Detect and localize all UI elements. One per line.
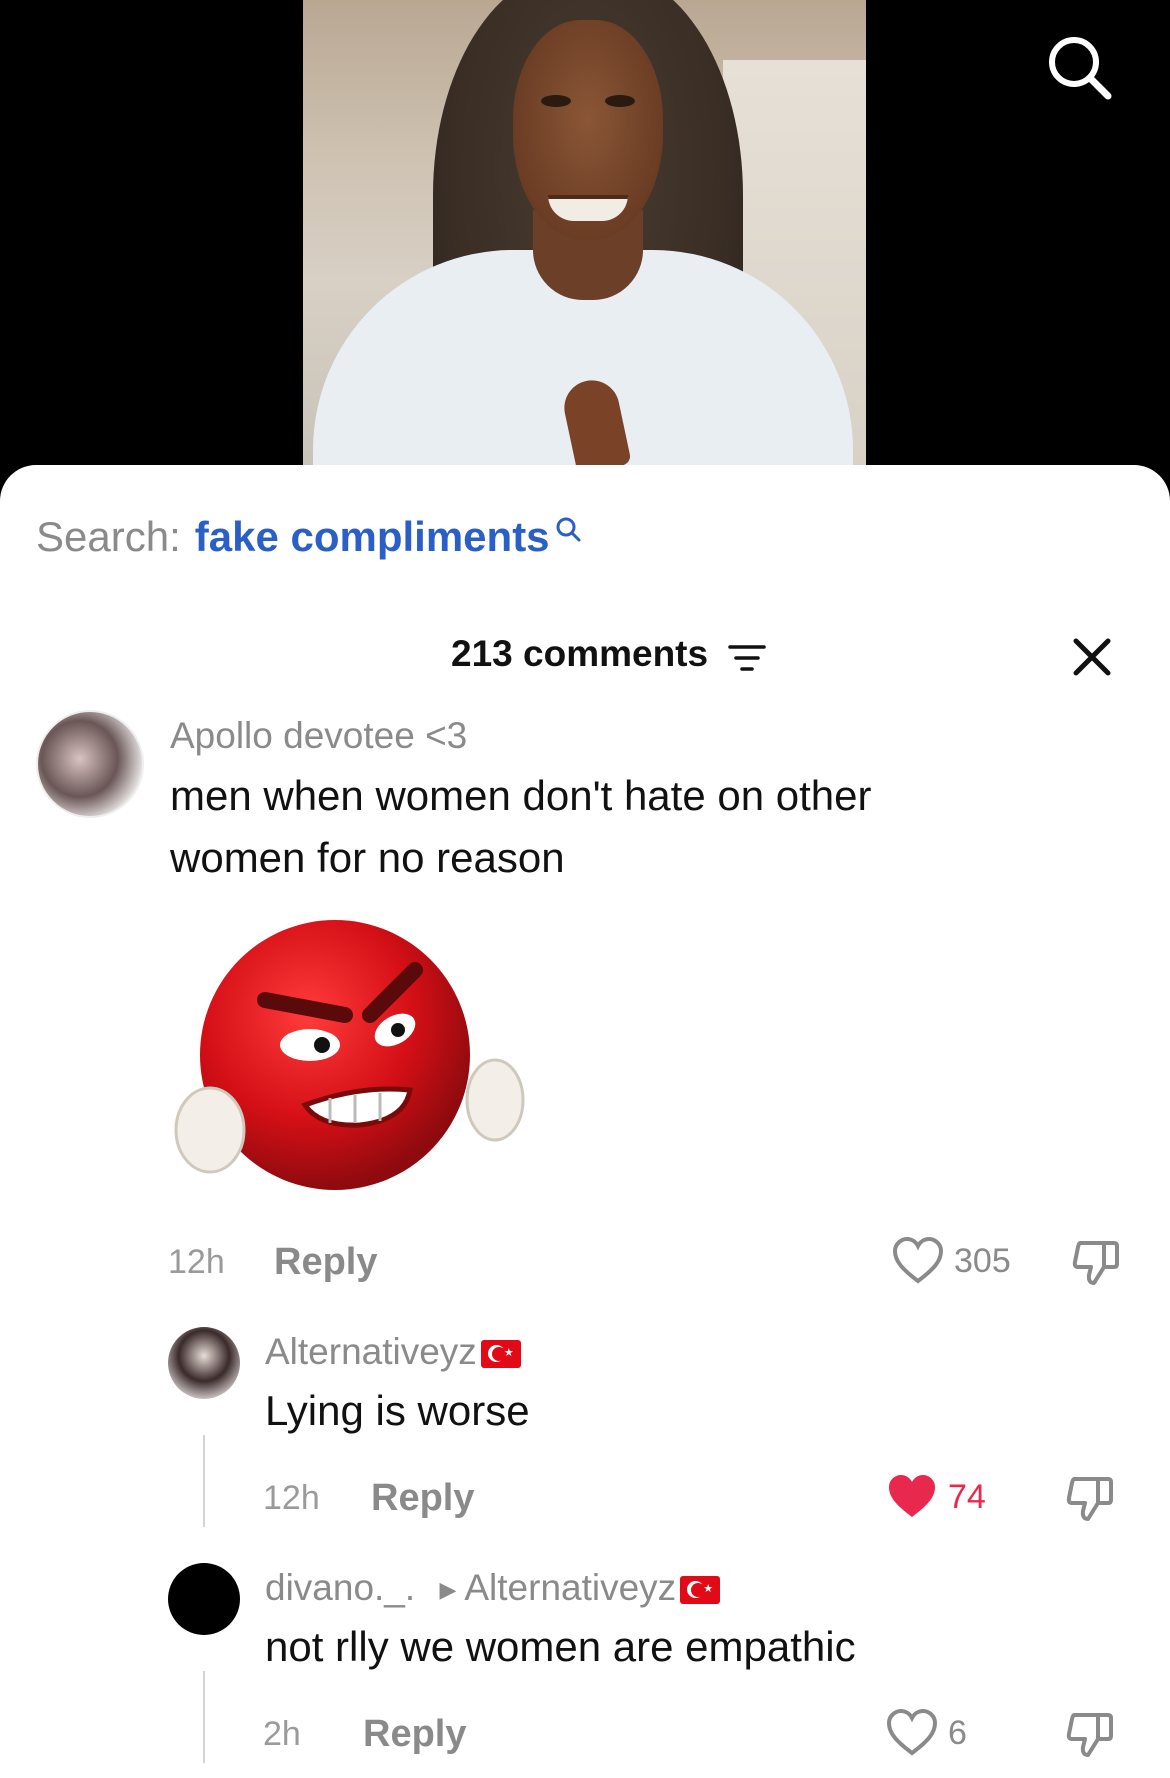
search-term-link[interactable]: fake compliments bbox=[195, 513, 550, 561]
dislike-icon[interactable] bbox=[1070, 1237, 1122, 1289]
heart-icon bbox=[892, 1237, 944, 1284]
username-text: divano._. bbox=[265, 1567, 416, 1608]
heart-icon bbox=[886, 1709, 938, 1756]
turkey-flag: ★ bbox=[680, 1576, 721, 1605]
like-button[interactable]: 74 bbox=[886, 1473, 986, 1521]
comments-sheet: Search: fake compliments 213 comments Ap… bbox=[0, 465, 1170, 1778]
comment-count: 213 comments bbox=[451, 633, 709, 674]
reply-arrow-icon: ▶ bbox=[439, 1577, 457, 1603]
comment-username[interactable]: Alternativeyz ★ bbox=[265, 1331, 521, 1373]
angry-red-emoji-sticker bbox=[174, 920, 525, 1190]
thread-line bbox=[203, 1435, 205, 1527]
turkey-flag: ★ bbox=[480, 1340, 521, 1369]
comment-time: 12h bbox=[168, 1243, 225, 1281]
search-icon[interactable] bbox=[1042, 30, 1118, 106]
filter-icon[interactable] bbox=[728, 643, 766, 673]
comment-text: not rlly we women are empathic bbox=[265, 1623, 856, 1670]
reply-button[interactable]: Reply bbox=[371, 1477, 474, 1520]
video-frame bbox=[303, 0, 866, 470]
like-count: 74 bbox=[948, 1477, 986, 1516]
reply-to-username[interactable]: Alternativeyz bbox=[464, 1567, 676, 1608]
avatar[interactable] bbox=[168, 1563, 240, 1635]
thread-line bbox=[203, 1671, 205, 1763]
dislike-icon[interactable] bbox=[1064, 1709, 1116, 1761]
comment-username[interactable]: Apollo devotee <3 bbox=[170, 715, 467, 757]
search-icon bbox=[556, 517, 581, 542]
username-text: Alternativeyz bbox=[265, 1331, 477, 1372]
reply-button[interactable]: Reply bbox=[363, 1713, 466, 1756]
reply-button[interactable]: Reply bbox=[274, 1241, 377, 1284]
comments-header: 213 comments bbox=[0, 633, 1170, 693]
comment-time: 12h bbox=[263, 1479, 320, 1517]
heart-filled-icon bbox=[889, 1475, 935, 1517]
like-button[interactable]: 6 bbox=[886, 1709, 967, 1757]
related-search[interactable]: Search: fake compliments bbox=[36, 513, 582, 561]
comment-username[interactable]: divano._. ▶ Alternativeyz ★ bbox=[265, 1567, 721, 1609]
comment-time: 2h bbox=[263, 1715, 301, 1753]
search-label: Search: bbox=[36, 513, 181, 560]
like-button[interactable]: 305 bbox=[892, 1237, 1011, 1285]
close-icon[interactable] bbox=[1068, 633, 1116, 681]
avatar[interactable] bbox=[168, 1327, 240, 1399]
like-count: 6 bbox=[948, 1713, 967, 1752]
comment-text: men when women don't hate on other women… bbox=[170, 772, 872, 881]
like-count: 305 bbox=[954, 1241, 1011, 1280]
dislike-icon[interactable] bbox=[1064, 1473, 1116, 1525]
video-player[interactable] bbox=[0, 0, 1170, 470]
comment-text: Lying is worse bbox=[265, 1387, 530, 1434]
avatar[interactable] bbox=[36, 710, 144, 818]
